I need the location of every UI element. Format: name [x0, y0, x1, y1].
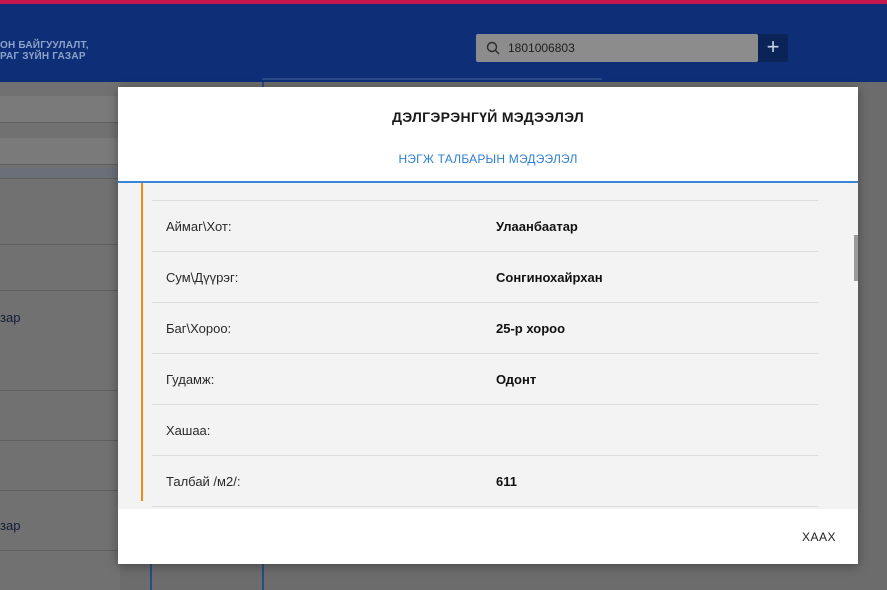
modal-body[interactable]: Аймаг\Хот: Улаанбаатар Сум\Дүүрэг: Сонги…: [118, 183, 858, 509]
info-row-street: Гудамж: Одонт: [152, 353, 818, 404]
detail-modal: ДЭЛГЭРЭНГҮЙ МЭДЭЭЛЭЛ НЭГЖ ТАЛБАРЫН МЭДЭЭ…: [118, 87, 858, 564]
info-row-fence: Хашаа:: [152, 404, 818, 455]
info-list: Аймаг\Хот: Улаанбаатар Сум\Дүүрэг: Сонги…: [152, 200, 818, 507]
info-label: Сум\Дүүрэг:: [166, 270, 239, 285]
list-item-label: зар: [0, 310, 21, 325]
search-value: 1801006803: [508, 41, 575, 55]
list-item[interactable]: зар: [0, 490, 120, 551]
app-header: ОН БАЙГУУЛАЛТ, РАГ ЗҮЙН ГАЗАР 1801006803…: [0, 4, 887, 82]
list-item[interactable]: [0, 194, 120, 245]
list-item-label: зар: [0, 518, 21, 533]
search-input[interactable]: 1801006803: [476, 34, 758, 62]
info-label: Гудамж:: [166, 372, 215, 387]
info-value: Улаанбаатар: [496, 219, 578, 234]
modal-header: ДЭЛГЭРЭНГҮЙ МЭДЭЭЛЭЛ НЭГЖ ТАЛБАРЫН МЭДЭЭ…: [118, 87, 858, 183]
brand-title: ОН БАЙГУУЛАЛТ, РАГ ЗҮЙН ГАЗАР: [0, 40, 89, 62]
info-row-khoroo: Баг\Хороо: 25-р хороо: [152, 302, 818, 353]
info-label: Хашаа:: [166, 423, 211, 438]
panel-divider: [0, 168, 120, 179]
close-button[interactable]: ХААХ: [802, 530, 836, 544]
map-boundary: [150, 562, 152, 590]
list-item[interactable]: [0, 244, 120, 291]
info-label: Аймаг\Хот:: [166, 219, 232, 234]
info-row-district: Сум\Дүүрэг: Сонгинохайрхан: [152, 251, 818, 302]
filter-field-2[interactable]: [0, 138, 120, 165]
list-item[interactable]: [0, 390, 120, 441]
info-value: Одонт: [496, 372, 537, 387]
info-value: Сонгинохайрхан: [496, 270, 603, 285]
modal-title: ДЭЛГЭРЭНГҮЙ МЭДЭЭЛЭЛ: [392, 109, 584, 125]
search-icon: [486, 41, 500, 55]
brand-line-1: ОН БАЙГУУЛАЛТ,: [0, 40, 89, 51]
left-panel: зар зар: [0, 82, 120, 590]
scrollbar-thumb[interactable]: [854, 235, 858, 281]
add-button[interactable]: +: [758, 34, 788, 62]
modal-footer: ХААХ: [118, 509, 858, 564]
tab-parcel-info[interactable]: НЭГЖ ТАЛБАРЫН МЭДЭЭЛЭЛ: [118, 152, 858, 166]
info-label: Талбай /м2/:: [166, 474, 241, 489]
filter-field-1[interactable]: [0, 96, 120, 123]
accent-bar: [141, 183, 143, 501]
info-row-province: Аймаг\Хот: Улаанбаатар: [152, 200, 818, 251]
info-label: Баг\Хороо:: [166, 321, 232, 336]
info-value: 25-р хороо: [496, 321, 566, 336]
map-boundary: [262, 78, 602, 80]
info-row-area: Талбай /м2/: 611: [152, 455, 818, 507]
list-item[interactable]: [0, 440, 120, 491]
list-item[interactable]: зар: [0, 290, 120, 391]
info-value: 611: [496, 474, 517, 489]
brand-line-2: РАГ ЗҮЙН ГАЗАР: [0, 51, 86, 62]
